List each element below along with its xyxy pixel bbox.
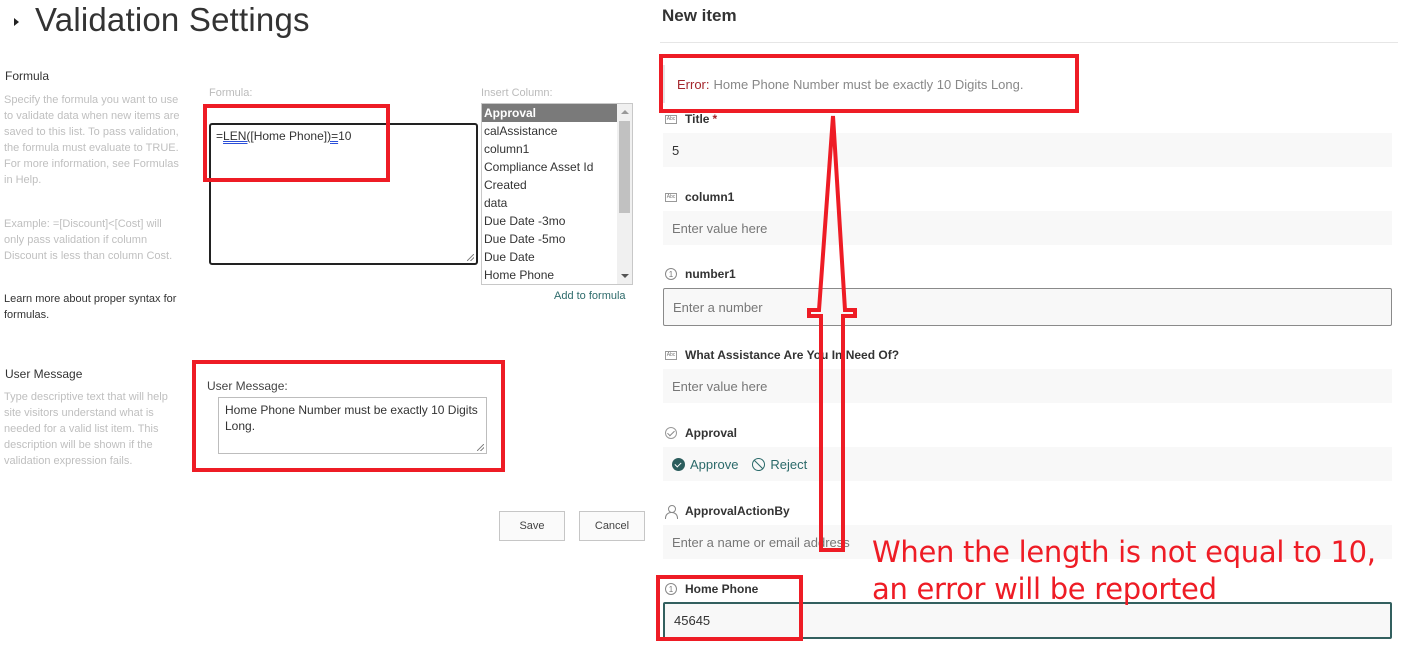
field-label-number1: 1 number1 bbox=[665, 267, 736, 281]
user-message-textarea[interactable]: Home Phone Number must be exactly 10 Dig… bbox=[218, 397, 487, 454]
field-label-text: ApprovalActionBy bbox=[685, 504, 790, 518]
field-label-text: What Assistance Are You In Need Of? bbox=[685, 348, 900, 362]
resize-grip-icon[interactable] bbox=[477, 444, 484, 451]
column-option[interactable]: data bbox=[482, 194, 618, 212]
column-option[interactable]: Due Date -3mo bbox=[482, 212, 618, 230]
column-option[interactable]: Home Phone bbox=[482, 266, 618, 284]
number-field-icon: 1 bbox=[665, 583, 677, 595]
number1-input[interactable]: Enter a number bbox=[663, 288, 1392, 326]
formula-eq: = bbox=[216, 129, 224, 143]
formula-section-title: Formula bbox=[5, 69, 50, 83]
formula-label: Formula: bbox=[209, 87, 253, 99]
panel-title: New item bbox=[662, 6, 737, 25]
field-label-title: Abc Title * bbox=[665, 112, 717, 126]
approval-choice-row: Approve Reject bbox=[663, 447, 1392, 481]
field-label-column1: Abc column1 bbox=[665, 190, 734, 204]
text-field-icon: Abc bbox=[665, 114, 677, 124]
field-label-home-phone: 1 Home Phone bbox=[665, 582, 758, 596]
column1-input[interactable]: Enter value here bbox=[663, 211, 1392, 245]
reject-label: Reject bbox=[770, 456, 808, 472]
scroll-down-arrow-icon[interactable] bbox=[621, 274, 629, 278]
listbox-scrollbar[interactable] bbox=[617, 104, 632, 284]
error-message-bar: Error: Home Phone Number must be exactly… bbox=[662, 65, 1072, 103]
field-label-text: column1 bbox=[685, 190, 735, 204]
field-label-text: Home Phone bbox=[685, 582, 759, 596]
error-label: Error: bbox=[677, 76, 710, 92]
column-option[interactable]: Due Date bbox=[482, 248, 618, 266]
user-message-section-description: Type descriptive text that will help sit… bbox=[4, 391, 168, 467]
annotation-line-2: an error will be reported bbox=[872, 572, 1217, 606]
page-title-row: Validation Settings bbox=[14, 0, 310, 40]
user-message-label: User Message: bbox=[207, 379, 288, 393]
number-field-icon: 1 bbox=[665, 268, 677, 280]
check-circle-icon bbox=[665, 427, 677, 439]
annotation-text: When the length is not equal to 10, an e… bbox=[872, 534, 1376, 608]
formula-textarea[interactable]: =LEN([Home Phone])=10 bbox=[209, 123, 478, 265]
insert-column-listbox[interactable]: Approval calAssistance column1 Complianc… bbox=[481, 103, 633, 285]
divider bbox=[660, 42, 1398, 43]
resize-grip-icon[interactable] bbox=[467, 254, 474, 261]
field-label-text: Approval bbox=[685, 426, 738, 440]
scrollbar-thumb[interactable] bbox=[619, 121, 630, 213]
column-option[interactable]: Approval bbox=[482, 104, 618, 122]
add-to-formula-link[interactable]: Add to formula bbox=[554, 290, 626, 302]
field-label-text: number1 bbox=[685, 267, 736, 281]
formula-example: Example: =[Discount]<[Cost] will only pa… bbox=[4, 218, 173, 262]
page-title: Validation Settings bbox=[35, 1, 310, 38]
approve-button[interactable]: Approve bbox=[672, 457, 738, 472]
column-option[interactable]: column1 bbox=[482, 140, 618, 158]
formula-value: 10 bbox=[338, 129, 352, 143]
formula-function: LEN( bbox=[223, 129, 251, 143]
text-field-icon: Abc bbox=[665, 192, 677, 202]
formula-section-description: Specify the formula you want to use to v… bbox=[4, 94, 180, 186]
save-button[interactable]: Save bbox=[499, 511, 565, 541]
expand-triangle-icon[interactable] bbox=[14, 18, 19, 26]
reject-button[interactable]: Reject bbox=[752, 457, 807, 472]
column-option[interactable]: Due Date -5mo bbox=[482, 230, 618, 248]
title-input[interactable]: 5 bbox=[663, 133, 1392, 167]
error-text: Home Phone Number must be exactly 10 Dig… bbox=[713, 76, 1024, 92]
user-message-section-title: User Message bbox=[5, 367, 83, 381]
formula-argument: [Home Phone] bbox=[250, 129, 328, 143]
required-asterisk: * bbox=[712, 112, 718, 126]
column-option[interactable]: calAssistance bbox=[482, 122, 618, 140]
field-label-approval-action-by: ApprovalActionBy bbox=[665, 504, 790, 519]
column-option[interactable]: Created bbox=[482, 176, 618, 194]
learn-more-link[interactable]: Learn more about proper syntax for formu… bbox=[4, 291, 182, 323]
scroll-up-arrow-icon[interactable] bbox=[621, 110, 629, 114]
annotation-line-1: When the length is not equal to 10, bbox=[872, 535, 1376, 569]
insert-column-label: Insert Column: bbox=[481, 87, 553, 99]
field-label-text: Title bbox=[685, 112, 710, 126]
text-field-icon: Abc bbox=[665, 350, 677, 360]
assistance-input[interactable]: Enter value here bbox=[663, 369, 1392, 403]
field-label-approval: Approval bbox=[665, 426, 737, 440]
person-icon bbox=[665, 505, 678, 519]
cancel-button[interactable]: Cancel bbox=[579, 511, 645, 541]
user-message-value: Home Phone Number must be exactly 10 Dig… bbox=[225, 403, 478, 433]
approve-label: Approve bbox=[690, 456, 739, 472]
column-option[interactable]: Compliance Asset Id bbox=[482, 158, 618, 176]
field-label-assistance: Abc What Assistance Are You In Need Of? bbox=[665, 348, 899, 362]
block-icon bbox=[752, 457, 766, 471]
validation-settings-pane: Validation Settings Formula Specify the … bbox=[0, 0, 655, 649]
check-filled-icon bbox=[672, 457, 685, 471]
